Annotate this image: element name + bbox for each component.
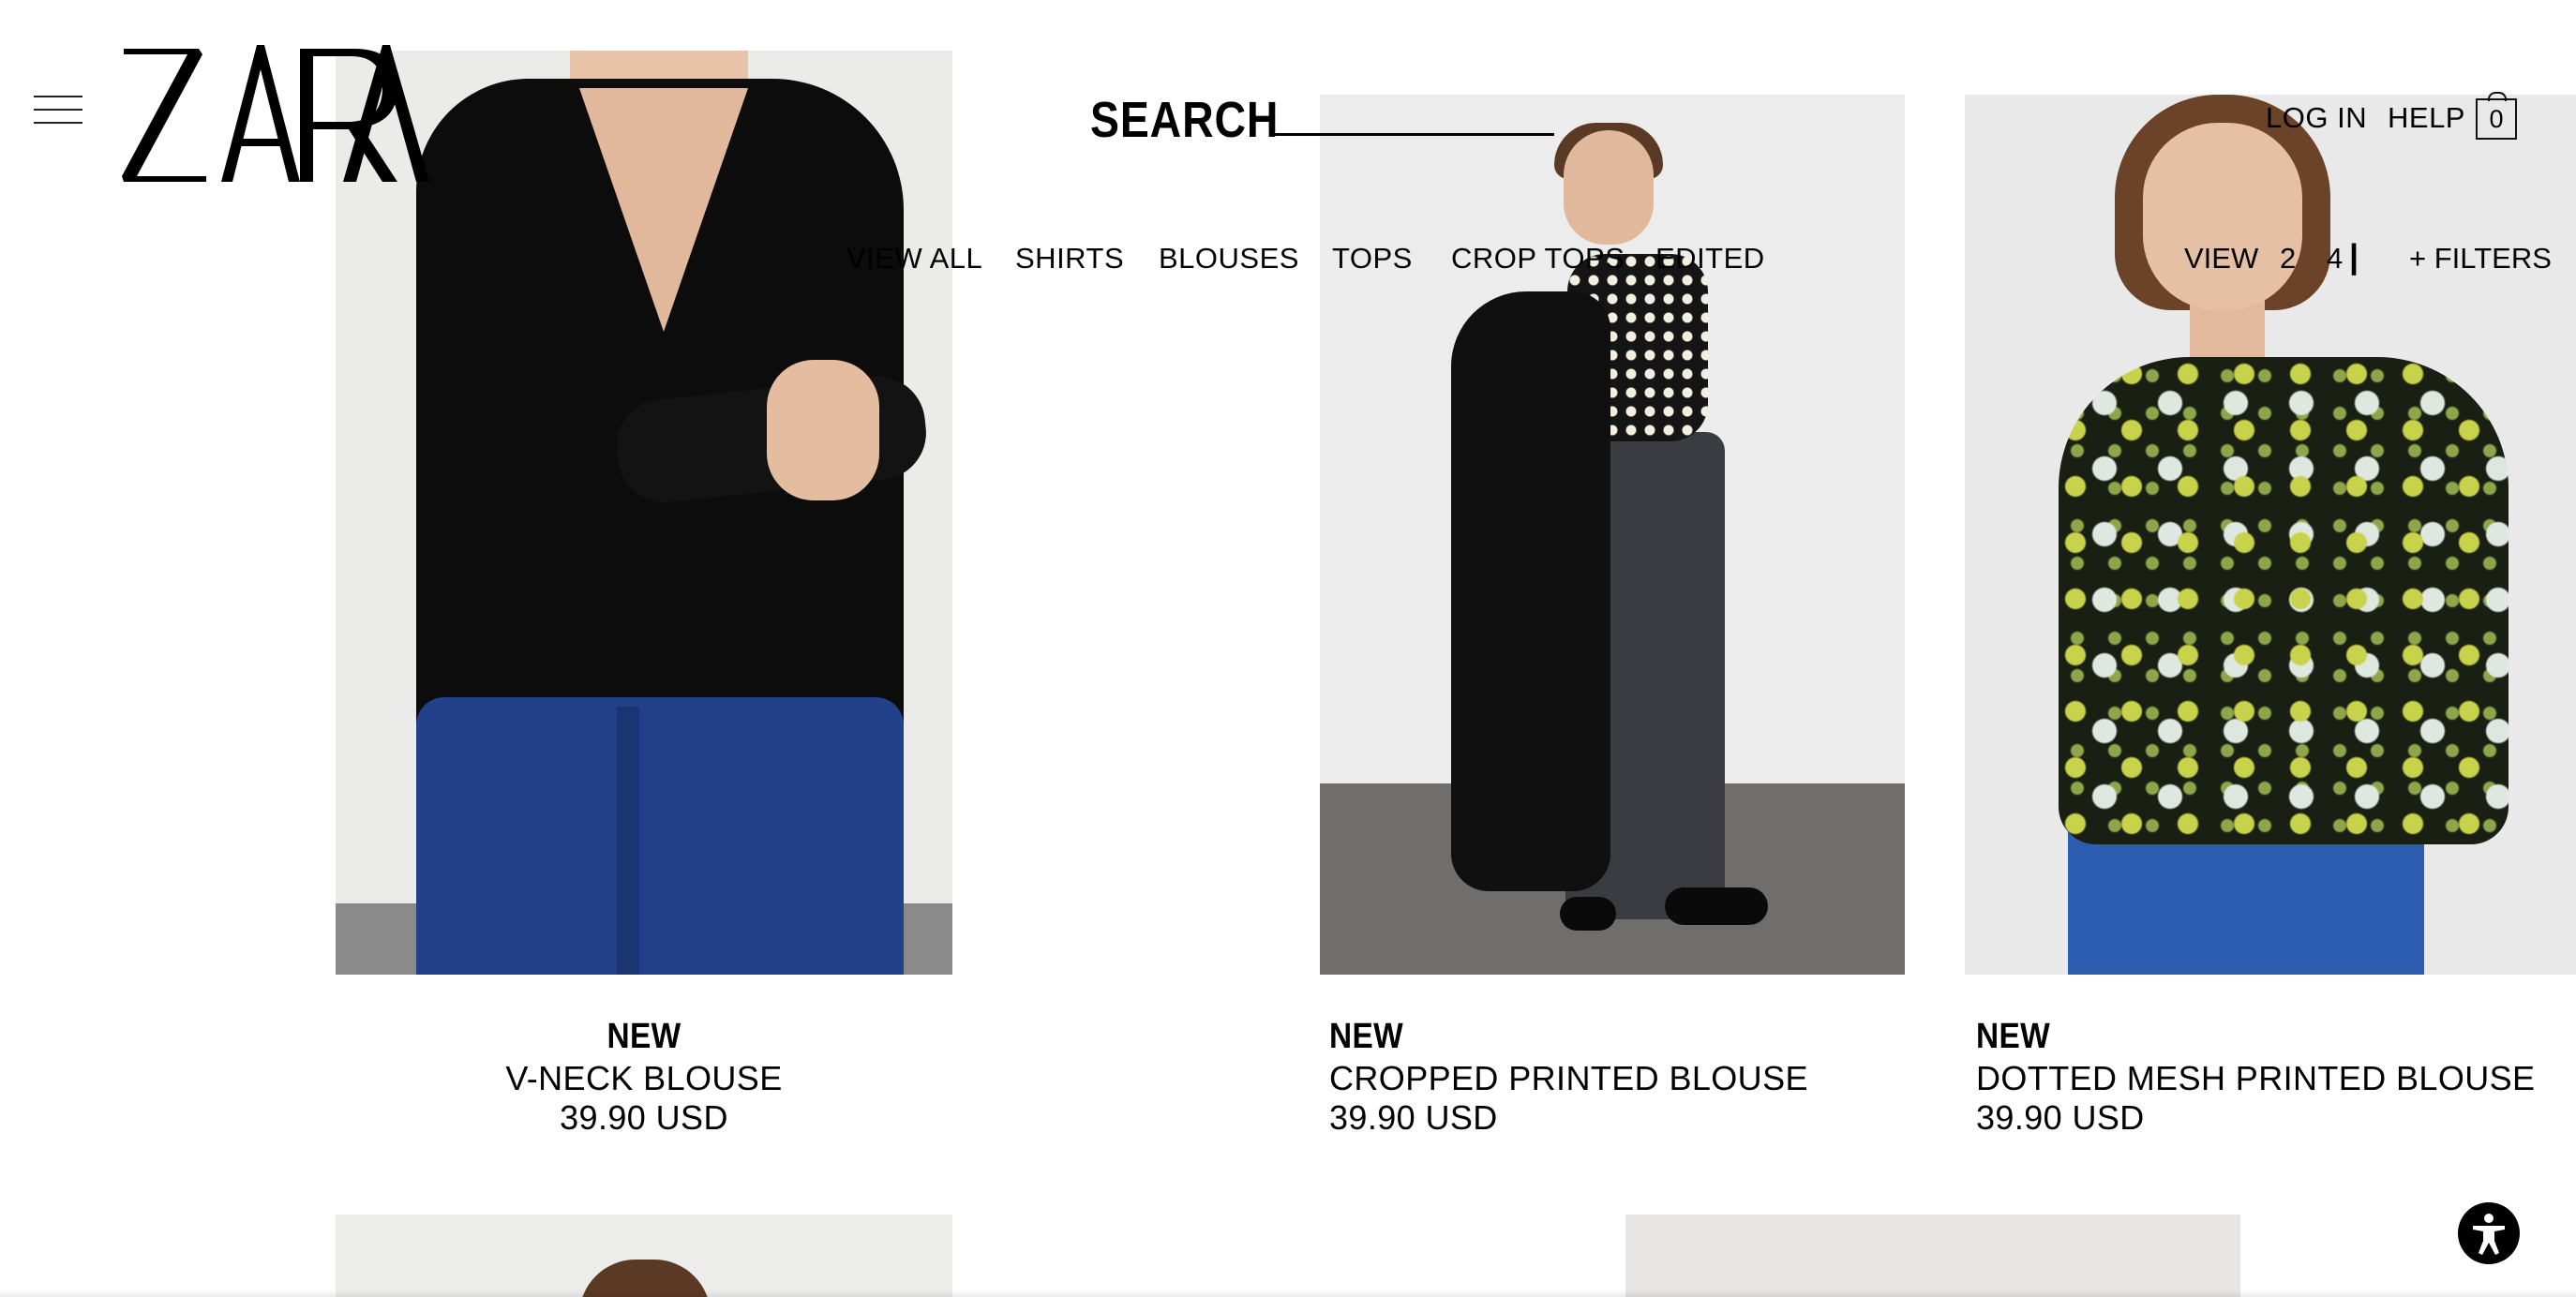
zara-logo[interactable] — [116, 41, 431, 187]
product-info[interactable]: NEW V-NECK BLOUSE 39.90 USD — [336, 1016, 952, 1138]
shopping-bag-icon[interactable]: 0 — [2476, 92, 2517, 140]
product-image-row2-left[interactable] — [336, 1215, 952, 1297]
product-image-v-neck-blouse[interactable] — [336, 51, 952, 975]
product-image-row2-right[interactable] — [1625, 1215, 2240, 1297]
product-name[interactable]: DOTTED MESH PRINTED BLOUSE — [1976, 1059, 2572, 1098]
product-price: 39.90 USD — [1976, 1098, 2145, 1137]
view-separator: | — [2349, 237, 2359, 276]
nav-view-all[interactable]: VIEW ALL — [846, 242, 982, 276]
help-link[interactable]: HELP — [2388, 101, 2465, 135]
nav-edited[interactable]: EDITED — [1655, 242, 1765, 276]
view-2-columns[interactable]: 2 — [2280, 242, 2296, 276]
product-info[interactable]: NEW DOTTED MESH PRINTED BLOUSE 39.90 USD — [1976, 1016, 2572, 1138]
view-label: VIEW — [2184, 242, 2259, 275]
menu-hamburger-icon[interactable] — [34, 92, 82, 127]
product-name[interactable]: CROPPED PRINTED BLOUSE — [1329, 1059, 1929, 1098]
page: SEARCH LOG IN HELP 0 VIEW ALL SHIRTS BLO… — [0, 0, 2576, 1297]
product-name[interactable]: V-NECK BLOUSE — [336, 1059, 952, 1098]
new-badge: NEW — [607, 1017, 681, 1056]
nav-crop-tops[interactable]: CROP TOPS — [1451, 242, 1625, 276]
product-image-dotted-mesh-printed-blouse[interactable] — [1965, 95, 2576, 975]
nav-shirts[interactable]: SHIRTS — [1015, 242, 1124, 276]
login-link[interactable]: LOG IN — [2266, 101, 2367, 135]
product-price: 39.90 USD — [1329, 1098, 1498, 1137]
bottom-shadow — [0, 1290, 2576, 1297]
nav-tops[interactable]: TOPS — [1332, 242, 1413, 276]
accessibility-icon[interactable] — [2458, 1202, 2520, 1264]
filters-button[interactable]: + FILTERS — [2409, 242, 2552, 276]
nav-blouses[interactable]: BLOUSES — [1159, 242, 1299, 276]
view-4-columns[interactable]: 4 — [2327, 242, 2343, 276]
product-info[interactable]: NEW CROPPED PRINTED BLOUSE 39.90 USD — [1329, 1016, 1929, 1138]
product-price: 39.90 USD — [560, 1098, 728, 1137]
search-input[interactable] — [1273, 97, 1554, 136]
search-label[interactable]: SEARCH — [1090, 91, 1279, 149]
new-badge: NEW — [1976, 1017, 2051, 1056]
new-badge: NEW — [1329, 1017, 1404, 1056]
product-image-cropped-printed-blouse[interactable] — [1320, 95, 1905, 975]
